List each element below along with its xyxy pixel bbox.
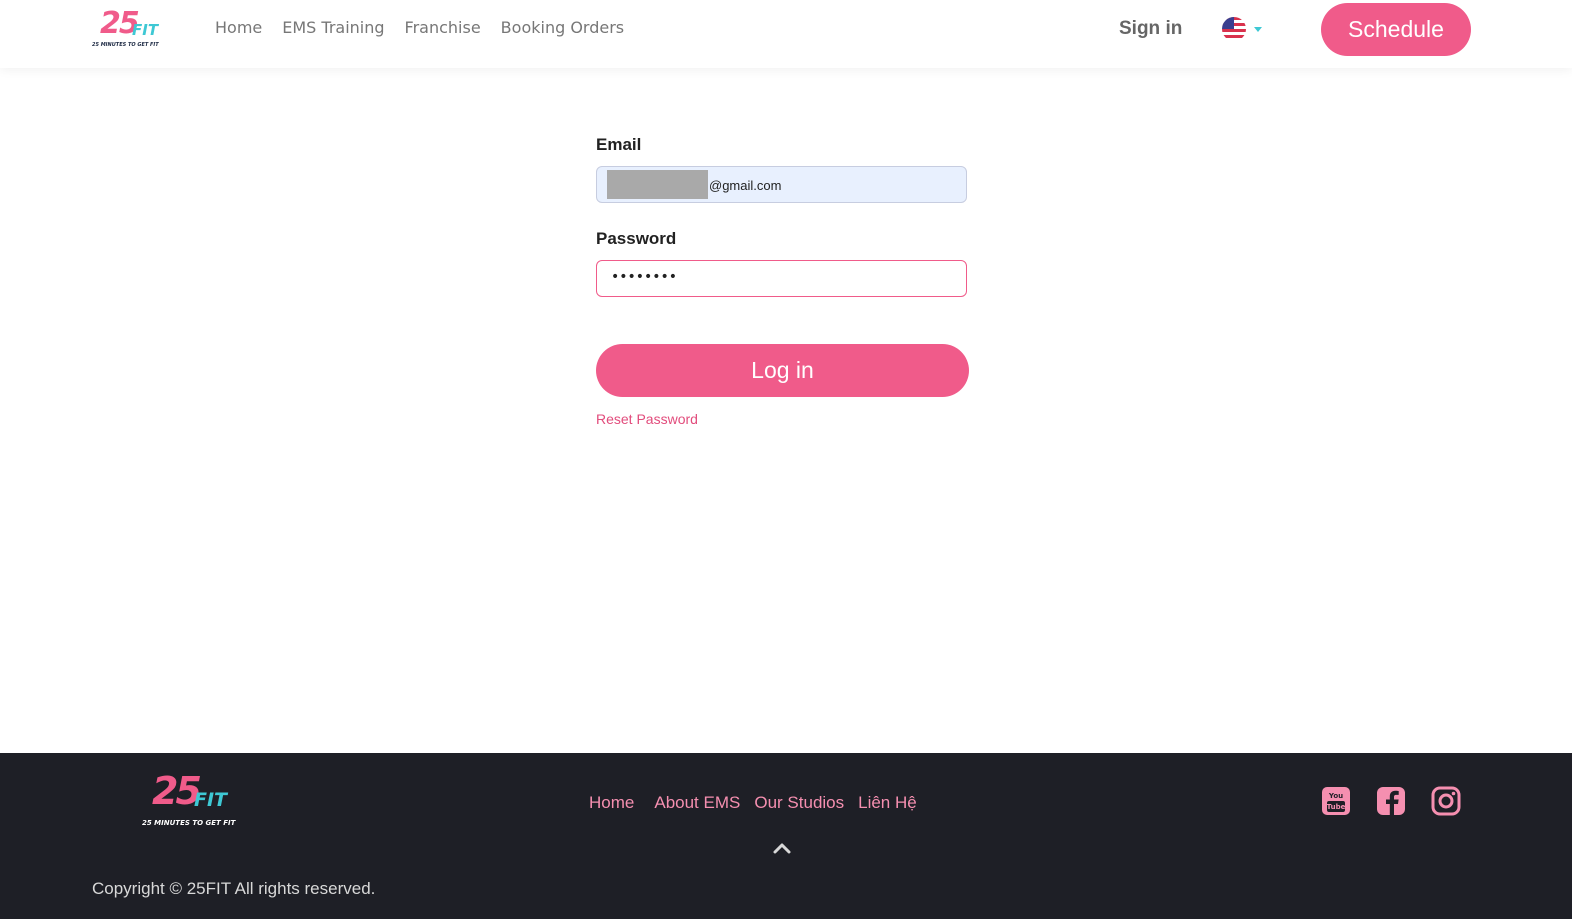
logo-tagline: 25 MINUTES TO GET FIT bbox=[92, 42, 159, 48]
copyright-text: Copyright © 25FIT All rights reserved. bbox=[92, 879, 376, 898]
password-value: •••••••• bbox=[611, 269, 678, 285]
password-label: Password bbox=[596, 229, 677, 248]
footer-nav-lien-he[interactable]: Liên Hệ bbox=[858, 793, 917, 813]
logo-word: FIT bbox=[132, 21, 159, 39]
email-input[interactable]: @gmail.com bbox=[596, 166, 967, 203]
footer-nav-home[interactable]: Home bbox=[589, 793, 634, 813]
language-selector[interactable] bbox=[1222, 17, 1262, 41]
email-value: @gmail.com bbox=[709, 178, 782, 193]
email-label: Email bbox=[596, 135, 642, 154]
footer-nav-our-studios[interactable]: Our Studios bbox=[754, 793, 844, 813]
site-footer: 25 FIT 25 MINUTES TO GET FIT Home About … bbox=[0, 753, 1572, 919]
password-input[interactable]: •••••••• bbox=[596, 260, 967, 297]
reset-password-link[interactable]: Reset Password bbox=[596, 411, 698, 427]
redacted-block bbox=[607, 170, 708, 199]
footer-logo-word: FIT bbox=[194, 789, 228, 811]
facebook-icon[interactable] bbox=[1375, 785, 1407, 817]
footer-nav-about-ems[interactable]: About EMS bbox=[654, 793, 740, 813]
schedule-button[interactable]: Schedule bbox=[1321, 3, 1471, 56]
sign-in-link[interactable]: Sign in bbox=[1119, 18, 1182, 40]
us-flag-icon bbox=[1222, 17, 1246, 41]
nav-franchise[interactable]: Franchise bbox=[405, 18, 481, 37]
site-header: 25 FIT 25 MINUTES TO GET FIT Home EMS Tr… bbox=[0, 0, 1572, 68]
footer-logo[interactable]: 25 FIT 25 MINUTES TO GET FIT bbox=[140, 769, 250, 833]
nav-home[interactable]: Home bbox=[215, 18, 262, 37]
main-nav: Home EMS Training Franchise Booking Orde… bbox=[215, 18, 624, 37]
youtube-icon[interactable]: You Tube bbox=[1320, 785, 1352, 817]
chevron-up-icon[interactable] bbox=[772, 841, 792, 855]
brand-logo[interactable]: 25 FIT 25 MINUTES TO GET FIT bbox=[92, 6, 172, 52]
caret-down-icon bbox=[1254, 26, 1262, 32]
nav-booking-orders[interactable]: Booking Orders bbox=[501, 18, 624, 37]
nav-ems-training[interactable]: EMS Training bbox=[282, 18, 384, 37]
footer-logo-number: 25 bbox=[152, 769, 202, 813]
instagram-icon[interactable] bbox=[1430, 785, 1462, 817]
footer-nav: Home About EMS Our Studios Liên Hệ bbox=[589, 793, 917, 813]
svg-text:Tube: Tube bbox=[1327, 803, 1346, 811]
svg-text:You: You bbox=[1328, 792, 1343, 800]
footer-logo-tagline: 25 MINUTES TO GET FIT bbox=[142, 819, 236, 827]
login-button[interactable]: Log in bbox=[596, 344, 969, 397]
